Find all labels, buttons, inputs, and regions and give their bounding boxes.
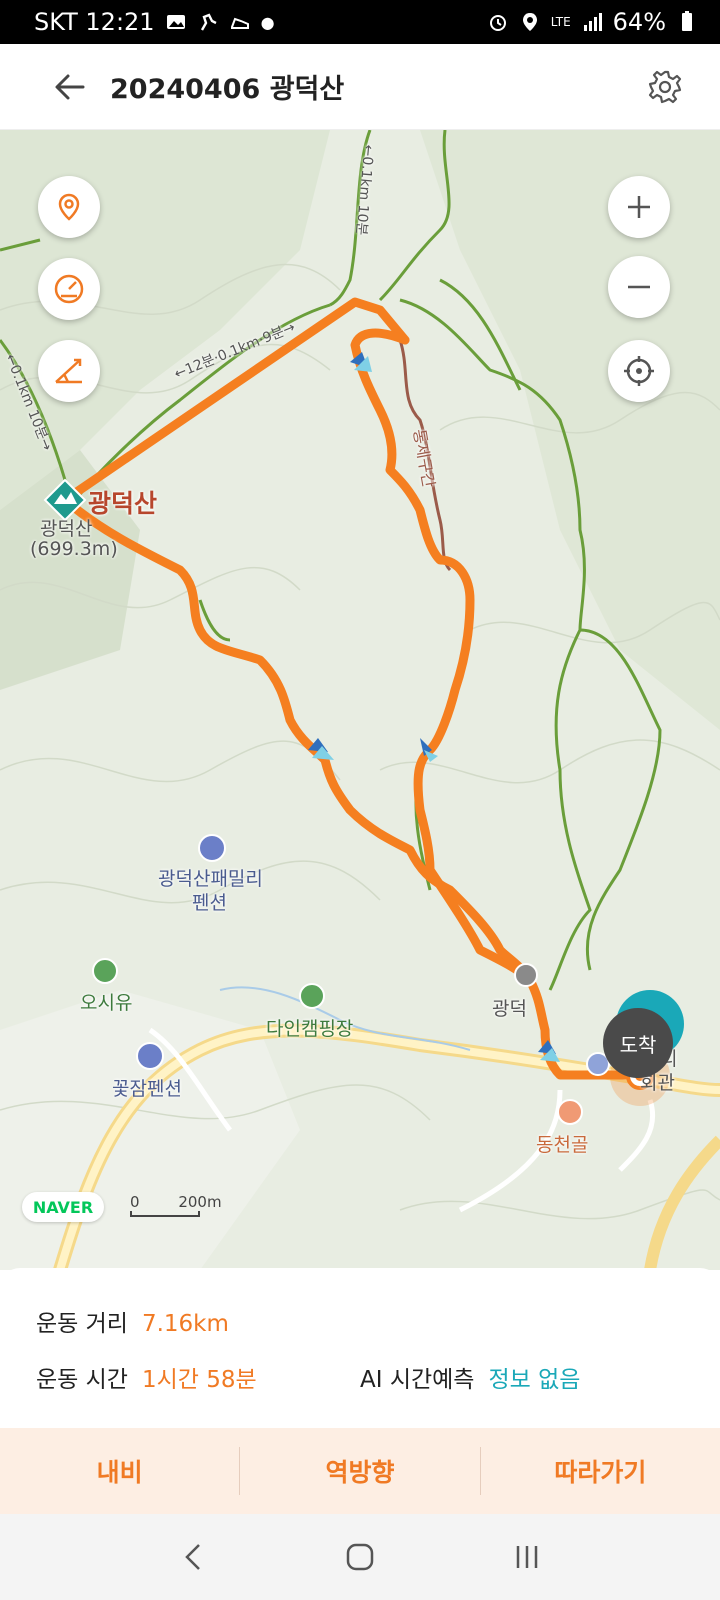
current-location-button[interactable] (608, 340, 670, 402)
battery-percent: 64% (612, 8, 666, 36)
pension-label-kkotjam: 꽃잠펜션 (112, 1078, 182, 1100)
shoe-icon (230, 17, 249, 29)
location-pin-icon (58, 193, 80, 221)
camp-label-osiyu: 오시유 (80, 992, 133, 1014)
zoom-in-button[interactable] (608, 176, 670, 238)
current-location-icon (624, 356, 654, 386)
status-bar: SKT 12:21 ● LTE 64% (0, 0, 720, 44)
scale-bar (130, 1211, 200, 1217)
signal-icon (583, 13, 602, 31)
gear-icon (648, 70, 682, 103)
arrival-marker[interactable]: 도착 (603, 1008, 673, 1078)
ai-label: AI 시간예측 (360, 1367, 475, 1393)
restaurant-label: 동천골 (536, 1134, 589, 1156)
action-bar: 내비 역방향 따라가기 (0, 1428, 720, 1514)
distance-stat: 운동 거리 7.16km (36, 1304, 229, 1338)
dot-icon: ● (260, 12, 275, 32)
elevation-button[interactable] (38, 340, 100, 402)
nav-recents-button[interactable] (497, 1527, 557, 1587)
reverse-button[interactable]: 역방향 (240, 1453, 479, 1489)
ai-value: 정보 없음 (488, 1367, 581, 1393)
nav-back-button[interactable] (163, 1527, 223, 1587)
time-value: 1시간 58분 (141, 1367, 257, 1393)
app-bar: 20240406 광덕산 (0, 44, 720, 130)
gallery-icon (166, 15, 185, 29)
distance-value: 7.16km (141, 1311, 229, 1337)
scale-start: 0 (130, 1193, 140, 1211)
pension-label-line1: 광덕산패밀리 (158, 868, 263, 890)
peak-elevation: (699.3m) (30, 538, 118, 560)
time-stat: 운동 시간 1시간 58분 (36, 1360, 257, 1394)
chevron-left-icon (185, 1544, 201, 1570)
peak-name: 광덕산 (88, 489, 158, 518)
ai-prediction-stat: AI 시간예측 정보 없음 (360, 1360, 580, 1394)
follow-button[interactable]: 따라가기 (481, 1453, 720, 1489)
camp-label-dain: 다인캠핑장 (266, 1018, 354, 1040)
home-icon (346, 1543, 374, 1571)
page-title: 20240406 광덕산 (110, 74, 345, 105)
speedometer-button[interactable] (38, 258, 100, 320)
map-scale: 0 200m (130, 1193, 222, 1217)
time-label: 운동 시간 (36, 1367, 128, 1393)
elevation-icon (55, 358, 82, 384)
recents-icon (516, 1546, 537, 1568)
nav-home-button[interactable] (330, 1527, 390, 1587)
distance-label: 운동 거리 (36, 1311, 128, 1337)
zoom-out-icon (628, 285, 650, 289)
alarm-icon (489, 15, 506, 31)
location-pin-button[interactable] (38, 176, 100, 238)
naver-logo: NAVER (22, 1192, 104, 1222)
back-button[interactable] (40, 57, 100, 117)
village-label: 광덕 (492, 998, 527, 1020)
arrow-left-icon (55, 74, 85, 99)
carrier-time: SKT 12:21 (34, 8, 155, 36)
pension-label-line2: 펜션 (192, 892, 227, 914)
stats-panel: 운동 거리 7.16km 운동 시간 1시간 58분 AI 시간예측 정보 없음 (0, 1268, 720, 1428)
scale-end: 200m (178, 1193, 222, 1211)
zoom-in-icon (628, 196, 650, 218)
zoom-out-button[interactable] (608, 256, 670, 318)
map-view[interactable]: 광덕산 광덕산 (699.3m) ←12분·0.1km·9분→ ←0.1km 1… (0, 130, 720, 1270)
location-icon (522, 13, 537, 31)
settings-button[interactable] (640, 62, 690, 112)
hiking-icon (200, 13, 217, 31)
system-nav-bar (0, 1514, 720, 1600)
network-label: LTE (550, 15, 571, 29)
peak-label: 광덕산 (40, 518, 93, 540)
battery-icon (682, 11, 692, 31)
navi-button[interactable]: 내비 (0, 1453, 239, 1489)
speedometer-icon (54, 274, 84, 304)
